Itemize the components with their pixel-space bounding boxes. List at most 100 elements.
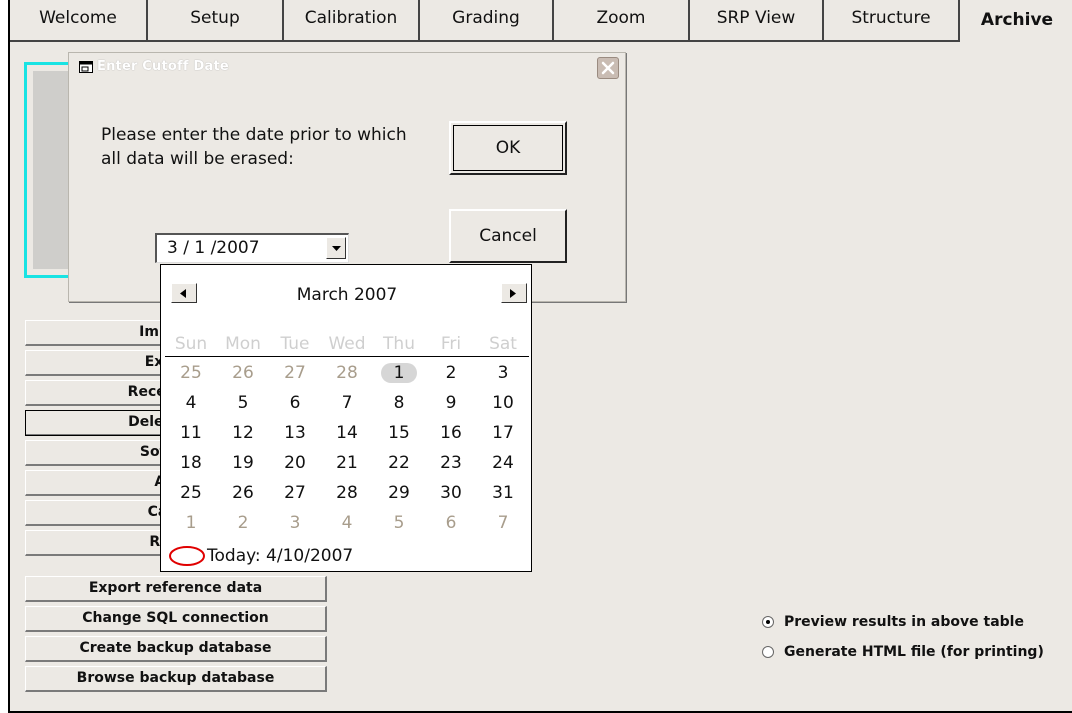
date-picker-field[interactable]: 3 / 1 /2007 — [155, 233, 349, 263]
calendar-day-number[interactable]: 12 — [232, 423, 254, 443]
calendar-day-number[interactable]: 30 — [440, 483, 462, 503]
calendar-day[interactable]: 16 — [425, 419, 477, 449]
calendar-day-number[interactable]: 15 — [388, 423, 410, 443]
calendar-day[interactable]: 22 — [373, 449, 425, 479]
calendar-day[interactable]: 21 — [321, 449, 373, 479]
tab-grading[interactable]: Grading — [420, 0, 554, 42]
output-option[interactable]: Generate HTML file (for printing) — [762, 640, 1044, 664]
calendar-day-number[interactable]: 6 — [290, 393, 301, 413]
calendar-day[interactable]: 1 — [165, 509, 217, 539]
calendar-day-number[interactable]: 27 — [284, 483, 306, 503]
calendar-day-number[interactable]: 29 — [388, 483, 410, 503]
calendar-day[interactable]: 19 — [217, 449, 269, 479]
ok-button[interactable]: OK — [449, 121, 567, 175]
calendar-day[interactable]: 10 — [477, 389, 529, 419]
calendar-day-number[interactable]: 21 — [336, 453, 358, 473]
calendar-day-number[interactable]: 14 — [336, 423, 358, 443]
calendar-day[interactable]: 8 — [373, 389, 425, 419]
next-month-button[interactable] — [501, 283, 527, 303]
calendar-day-number[interactable]: 3 — [498, 363, 509, 383]
tab-zoom[interactable]: Zoom — [554, 0, 690, 42]
calendar-day-number[interactable]: 7 — [342, 393, 353, 413]
calendar-day[interactable]: 20 — [269, 449, 321, 479]
calendar-day-number[interactable]: 1 — [186, 513, 197, 533]
calendar-day[interactable]: 28 — [321, 359, 373, 389]
calendar-day-number[interactable]: 11 — [180, 423, 202, 443]
calendar-day[interactable]: 14 — [321, 419, 373, 449]
calendar-day-number[interactable]: 24 — [492, 453, 514, 473]
calendar-day-number[interactable]: 6 — [446, 513, 457, 533]
calendar-day-number[interactable]: 3 — [290, 513, 301, 533]
calendar-day[interactable]: 4 — [321, 509, 373, 539]
tab-calibration[interactable]: Calibration — [284, 0, 420, 42]
calendar-day-number[interactable]: 26 — [232, 483, 254, 503]
date-dropdown-button[interactable] — [326, 237, 346, 259]
calendar-day-number[interactable]: 5 — [394, 513, 405, 533]
close-button[interactable] — [597, 57, 619, 79]
calendar-day-number[interactable]: 27 — [284, 363, 306, 383]
calendar-day[interactable]: 15 — [373, 419, 425, 449]
calendar-day-number[interactable]: 10 — [492, 393, 514, 413]
calendar-day-number[interactable]: 25 — [180, 483, 202, 503]
tab-structure[interactable]: Structure — [824, 0, 960, 42]
calendar-day-number[interactable]: 5 — [238, 393, 249, 413]
calendar-day[interactable]: 4 — [165, 389, 217, 419]
command-button[interactable]: Create backup database — [25, 636, 327, 662]
today-label[interactable]: Today: 4/10/2007 — [207, 546, 353, 566]
command-button[interactable]: Export reference data — [25, 576, 327, 602]
calendar-day-number[interactable]: 26 — [232, 363, 254, 383]
calendar-day-number[interactable]: 22 — [388, 453, 410, 473]
calendar-day[interactable]: 31 — [477, 479, 529, 509]
calendar-day-number[interactable]: 4 — [342, 513, 353, 533]
output-option[interactable]: Preview results in above table — [762, 610, 1024, 634]
calendar-day[interactable]: 26 — [217, 359, 269, 389]
command-button[interactable]: Change SQL connection — [25, 606, 327, 632]
calendar-day[interactable]: 2 — [425, 359, 477, 389]
calendar-day[interactable]: 26 — [217, 479, 269, 509]
tab-archive[interactable]: Archive — [960, 0, 1072, 44]
calendar-day-number[interactable]: 31 — [492, 483, 514, 503]
calendar-day-number[interactable]: 18 — [180, 453, 202, 473]
calendar-day-number[interactable]: 19 — [232, 453, 254, 473]
calendar-day-number[interactable]: 20 — [284, 453, 306, 473]
calendar-day[interactable]: 3 — [477, 359, 529, 389]
calendar-day-number[interactable]: 4 — [186, 393, 197, 413]
calendar-day[interactable]: 24 — [477, 449, 529, 479]
today-link[interactable]: Today: 4/10/2007 — [167, 543, 353, 569]
calendar-day[interactable]: 9 — [425, 389, 477, 419]
calendar-day[interactable]: 5 — [217, 389, 269, 419]
cancel-button[interactable]: Cancel — [449, 209, 567, 263]
calendar-day[interactable]: 30 — [425, 479, 477, 509]
calendar-day-number[interactable]: 28 — [336, 483, 358, 503]
calendar-day[interactable]: 7 — [321, 389, 373, 419]
calendar-day[interactable]: 2 — [217, 509, 269, 539]
calendar-day[interactable]: 12 — [217, 419, 269, 449]
tab-welcome[interactable]: Welcome — [10, 0, 148, 42]
calendar-day-number[interactable]: 7 — [498, 513, 509, 533]
calendar-day[interactable]: 27 — [269, 479, 321, 509]
calendar-day[interactable]: 11 — [165, 419, 217, 449]
calendar-day-number[interactable]: 23 — [440, 453, 462, 473]
calendar-day-number[interactable]: 17 — [492, 423, 514, 443]
calendar-day[interactable]: 25 — [165, 479, 217, 509]
calendar-day[interactable]: 13 — [269, 419, 321, 449]
calendar-day[interactable]: 29 — [373, 479, 425, 509]
calendar-day[interactable]: 23 — [425, 449, 477, 479]
calendar-day[interactable]: 18 — [165, 449, 217, 479]
date-value[interactable]: 3 / 1 /2007 — [167, 238, 260, 258]
calendar-day-number[interactable]: 25 — [180, 363, 202, 383]
radio-button[interactable] — [762, 646, 774, 658]
calendar-day[interactable]: 1 — [373, 359, 425, 389]
calendar-day-number[interactable]: 2 — [238, 513, 249, 533]
tab-setup[interactable]: Setup — [148, 0, 284, 42]
calendar-day-number[interactable]: 1 — [394, 363, 405, 383]
calendar-day-number[interactable]: 8 — [394, 393, 405, 413]
calendar-day[interactable]: 7 — [477, 509, 529, 539]
calendar-day-number[interactable]: 2 — [446, 363, 457, 383]
calendar-day[interactable]: 25 — [165, 359, 217, 389]
calendar-day-number[interactable]: 28 — [336, 363, 358, 383]
dialog-titlebar[interactable]: Enter Cutoff Date — [69, 53, 625, 83]
calendar-day[interactable]: 6 — [425, 509, 477, 539]
calendar-day[interactable]: 17 — [477, 419, 529, 449]
calendar-day[interactable]: 27 — [269, 359, 321, 389]
